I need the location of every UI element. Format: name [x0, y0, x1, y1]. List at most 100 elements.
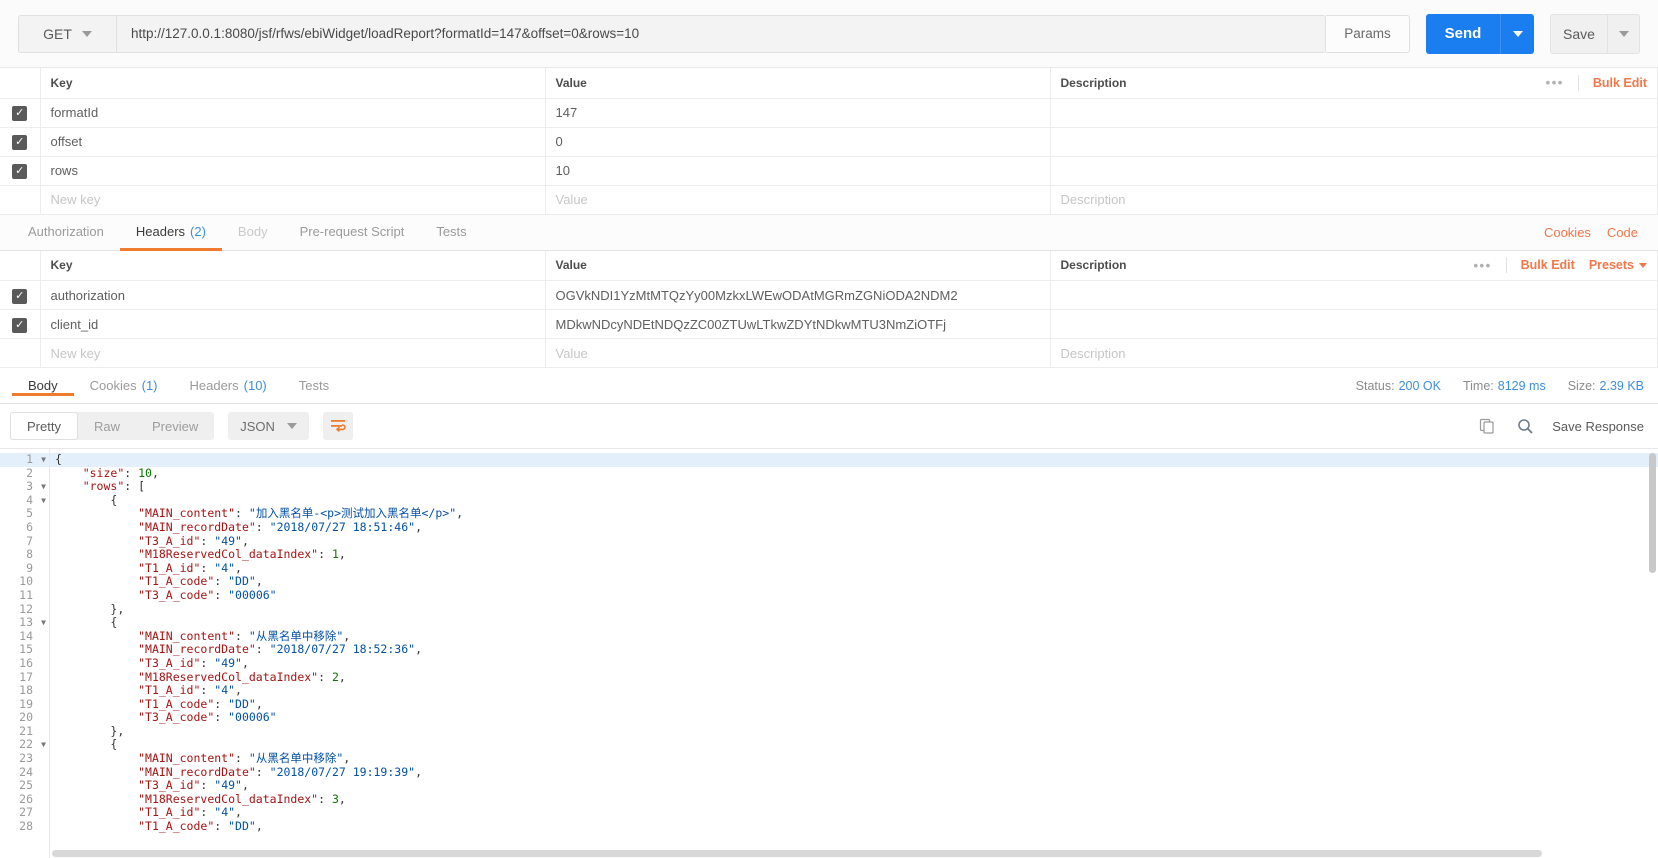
param-row-checkbox-cell[interactable]: ✓ [0, 156, 41, 186]
line-number: 5 [26, 506, 33, 521]
param-key-cell[interactable]: offset [39, 127, 546, 157]
view-mode-raw[interactable]: Raw [78, 412, 136, 440]
header-description-cell[interactable] [1049, 280, 1658, 310]
response-tab-tests[interactable]: Tests [283, 378, 345, 396]
vertical-scrollbar[interactable] [1649, 453, 1656, 573]
header-key-cell[interactable]: client_id [39, 309, 546, 339]
tab-headers[interactable]: Headers (2) [119, 216, 222, 251]
headers-header-value: Value [544, 250, 1051, 281]
view-mode-pretty[interactable]: Pretty [10, 412, 78, 440]
cookies-link[interactable]: Cookies [1544, 225, 1591, 240]
fold-toggle-icon[interactable]: ▼ [41, 453, 46, 467]
table-row[interactable]: ✓ offset 0 [0, 127, 1658, 157]
tab-pre-request-script[interactable]: Pre-request Script [284, 216, 421, 251]
tab-pre-request-script-label: Pre-request Script [299, 224, 405, 239]
code-line: "MAIN_recordDate": "2018/07/27 18:52:36"… [138, 642, 422, 657]
tab-headers-count: (2) [190, 224, 206, 239]
header-row-checkbox-cell[interactable]: ✓ [0, 309, 41, 339]
params-header-key: Key [39, 68, 546, 99]
headers-bulk-edit-link[interactable]: Bulk Edit [1521, 258, 1575, 272]
header-description-cell[interactable] [1049, 309, 1658, 339]
params-bulk-edit-link[interactable]: Bulk Edit [1593, 76, 1647, 90]
param-description-cell[interactable] [1049, 156, 1658, 186]
checkbox-checked-icon[interactable]: ✓ [12, 164, 28, 179]
horizontal-scrollbar[interactable] [52, 850, 1542, 857]
params-button[interactable]: Params [1326, 14, 1410, 53]
header-key-cell[interactable]: authorization [39, 280, 546, 310]
code-line: "MAIN_recordDate": "2018/07/27 18:51:46"… [138, 519, 422, 534]
code-line: "MAIN_content": "从黑名单中移除", [138, 628, 351, 643]
request-tabs-actions: Cookies Code [1544, 215, 1646, 250]
fold-toggle-icon[interactable]: ▼ [41, 494, 46, 508]
request-url-input[interactable]: http://127.0.0.1:8080/jsf/rfws/ebiWidget… [116, 14, 1326, 53]
size-value: 2.39 KB [1599, 378, 1644, 393]
response-tab-body[interactable]: Body [12, 378, 74, 396]
checkbox-checked-icon[interactable]: ✓ [12, 135, 28, 150]
table-row[interactable]: ✓ client_id MDkwNDcyNDEtNDQzZC00ZTUwLTkw… [0, 309, 1658, 339]
divider [1505, 257, 1507, 274]
checkbox-checked-icon[interactable]: ✓ [12, 288, 28, 304]
tab-body[interactable]: Body [222, 216, 284, 251]
param-row-checkbox-cell[interactable]: ✓ [0, 127, 41, 157]
response-tab-headers[interactable]: Headers (10) [174, 378, 283, 396]
word-wrap-toggle[interactable] [322, 412, 353, 440]
more-options-icon[interactable]: ••• [1546, 75, 1564, 90]
param-new-description-input[interactable]: Description [1049, 185, 1658, 215]
fold-toggle-icon[interactable]: ▼ [41, 738, 46, 752]
response-format-selector[interactable]: JSON [228, 412, 309, 440]
param-new-key-input[interactable]: New key [39, 185, 546, 215]
code-line: "MAIN_content": "加入黑名单-<p>测试加入黑名单</p>", [138, 506, 464, 521]
param-value-cell[interactable]: 147 [544, 98, 1051, 128]
param-key-cell[interactable]: formatId [39, 98, 546, 128]
line-number: 6 [26, 519, 33, 534]
checkbox-checked-icon[interactable]: ✓ [12, 317, 28, 333]
table-row[interactable]: ✓ formatId 147 [0, 98, 1658, 128]
code-link[interactable]: Code [1607, 225, 1638, 240]
response-meta: Status: 200 OK Time: 8129 ms Size: 2.39 KB [1356, 379, 1644, 393]
view-mode-preview[interactable]: Preview [136, 412, 214, 440]
response-tab-cookies[interactable]: Cookies (1) [74, 378, 174, 396]
code-content[interactable]: { "size": 10, "rows": [ { "MAIN_content"… [50, 449, 1658, 858]
tab-tests[interactable]: Tests [420, 216, 482, 251]
param-new-row[interactable]: New key Value Description [0, 185, 1658, 215]
param-key-cell[interactable]: rows [39, 156, 546, 186]
param-description-cell[interactable] [1049, 98, 1658, 128]
param-new-checkbox-cell [0, 185, 41, 215]
copy-icon[interactable] [1476, 415, 1498, 437]
table-row[interactable]: ✓ rows 10 [0, 156, 1658, 186]
param-new-value-input[interactable]: Value [544, 185, 1051, 215]
param-description-cell[interactable] [1049, 127, 1658, 157]
search-icon[interactable] [1514, 415, 1536, 437]
code-line: { [110, 492, 118, 507]
line-number: 17 [19, 669, 33, 684]
fold-toggle-icon[interactable]: ▼ [41, 480, 46, 494]
fold-toggle-icon[interactable]: ▼ [41, 616, 46, 630]
send-options-button[interactable] [1500, 13, 1534, 54]
checkbox-checked-icon[interactable]: ✓ [12, 106, 28, 121]
line-number: 16 [19, 655, 33, 670]
param-value-cell[interactable]: 10 [544, 156, 1051, 186]
tab-authorization[interactable]: Authorization [12, 216, 120, 251]
header-value-cell[interactable]: OGVkNDI1YzMtMTQzYy00MzkxLWEwODAtMGRmZGNi… [544, 280, 1051, 310]
header-new-value-input[interactable]: Value [544, 338, 1051, 368]
header-row-checkbox-cell[interactable]: ✓ [0, 280, 41, 310]
response-body-viewer[interactable]: 1 ▼ 2 3 ▼ 4 ▼ 5 6 7 8 9 10 11 12 13 ▼ 14 15 16 17 18 19 20 21 22 ▼… [0, 448, 1658, 858]
table-row[interactable]: ✓ authorization OGVkNDI1YzMtMTQzYy00Mzkx… [0, 280, 1658, 310]
headers-presets-dropdown[interactable]: Presets [1589, 258, 1647, 272]
header-value-cell[interactable]: MDkwNDcyNDEtNDQzZC00ZTUwLTkwZDYtNDkwMTU3… [544, 309, 1051, 339]
header-new-key-input[interactable]: New key [39, 338, 546, 368]
header-new-row[interactable]: New key Value Description [0, 338, 1658, 368]
header-new-description-input[interactable]: Description [1049, 338, 1658, 368]
send-button[interactable]: Send [1426, 13, 1500, 54]
save-response-button[interactable]: Save Response [1552, 419, 1644, 434]
param-value-cell[interactable]: 0 [544, 127, 1051, 157]
save-options-button[interactable] [1608, 13, 1640, 54]
code-line: "MAIN_recordDate": "2018/07/27 19:19:39"… [138, 764, 422, 779]
divider [1577, 74, 1579, 91]
http-method-selector[interactable]: GET [18, 14, 116, 53]
time-label: Time: [1462, 378, 1494, 393]
save-button[interactable]: Save [1550, 13, 1608, 54]
response-toolbar: Pretty Raw Preview JSON Save Response [0, 404, 1658, 448]
more-options-icon[interactable]: ••• [1473, 258, 1491, 273]
param-row-checkbox-cell[interactable]: ✓ [0, 98, 41, 128]
